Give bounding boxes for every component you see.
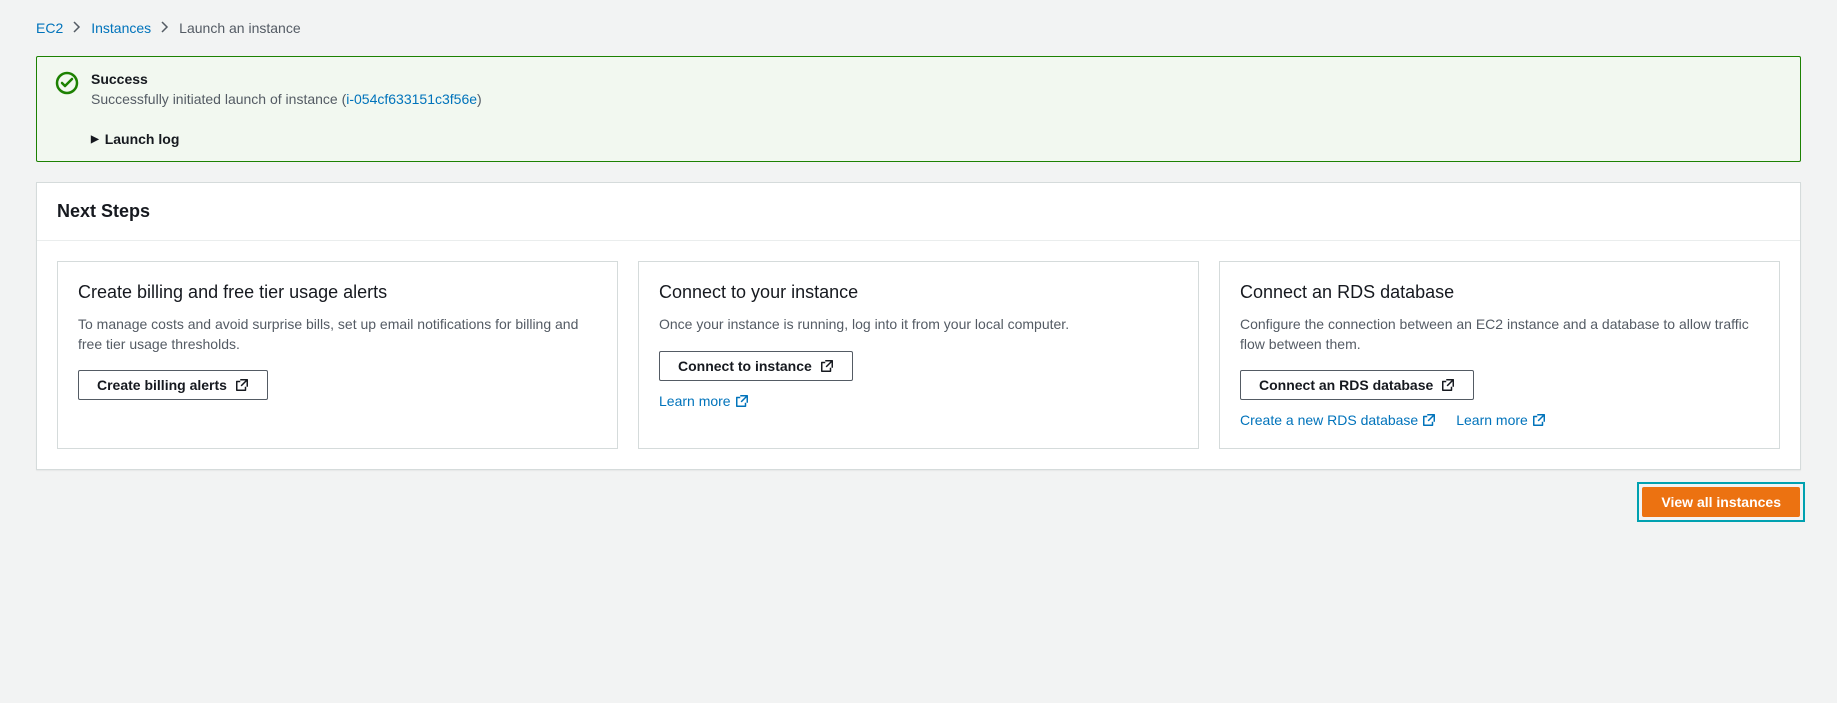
learn-more-link[interactable]: Learn more (1456, 412, 1546, 428)
card-title: Connect an RDS database (1240, 282, 1759, 303)
card-desc: Configure the connection between an EC2 … (1240, 315, 1759, 354)
external-link-icon (1441, 378, 1455, 392)
external-link-icon (735, 394, 749, 408)
focus-ring: View all instances (1641, 486, 1801, 518)
connect-to-instance-button[interactable]: Connect to instance (659, 351, 853, 381)
alert-message: Successfully initiated launch of instanc… (91, 91, 1782, 107)
breadcrumb-current: Launch an instance (179, 20, 300, 36)
connect-rds-database-button[interactable]: Connect an RDS database (1240, 370, 1474, 400)
chevron-right-icon (161, 20, 169, 36)
card-title: Connect to your instance (659, 282, 1178, 303)
breadcrumb-instances[interactable]: Instances (91, 20, 151, 36)
launch-log-toggle[interactable]: ▶ Launch log (91, 131, 1782, 147)
breadcrumb: EC2 Instances Launch an instance (36, 20, 1801, 36)
caret-right-icon: ▶ (91, 134, 99, 145)
card-desc: To manage costs and avoid surprise bills… (78, 315, 597, 354)
external-link-icon (1422, 413, 1436, 427)
button-label: Create billing alerts (97, 377, 227, 393)
success-alert: Success Successfully initiated launch of… (36, 56, 1801, 162)
card-connect-instance: Connect to your instance Once your insta… (638, 261, 1199, 449)
view-all-instances-button[interactable]: View all instances (1642, 487, 1800, 517)
panel-header: Next Steps (37, 183, 1800, 241)
success-check-icon (55, 71, 79, 95)
card-title: Create billing and free tier usage alert… (78, 282, 597, 303)
link-label: Learn more (659, 393, 731, 409)
instance-id-link[interactable]: i-054cf633151c3f56e (346, 91, 477, 107)
link-label: Learn more (1456, 412, 1528, 428)
next-steps-panel: Next Steps Create billing and free tier … (36, 182, 1801, 470)
card-rds-database: Connect an RDS database Configure the co… (1219, 261, 1780, 449)
footer-actions: View all instances (36, 486, 1801, 518)
button-label: Connect an RDS database (1259, 377, 1433, 393)
chevron-right-icon (73, 20, 81, 36)
alert-title: Success (91, 71, 1782, 87)
panel-title: Next Steps (57, 201, 1780, 222)
link-label: Create a new RDS database (1240, 412, 1418, 428)
create-rds-database-link[interactable]: Create a new RDS database (1240, 412, 1436, 428)
card-billing-alerts: Create billing and free tier usage alert… (57, 261, 618, 449)
card-desc: Once your instance is running, log into … (659, 315, 1178, 335)
external-link-icon (1532, 413, 1546, 427)
external-link-icon (820, 359, 834, 373)
create-billing-alerts-button[interactable]: Create billing alerts (78, 370, 268, 400)
external-link-icon (235, 378, 249, 392)
launch-log-label: Launch log (105, 131, 180, 147)
button-label: Connect to instance (678, 358, 812, 374)
learn-more-link[interactable]: Learn more (659, 393, 749, 409)
breadcrumb-ec2[interactable]: EC2 (36, 20, 63, 36)
